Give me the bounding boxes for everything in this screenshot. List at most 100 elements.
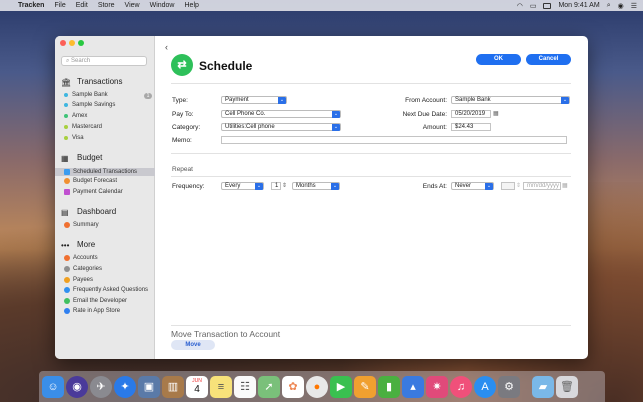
ends-at-select[interactable]: Never ⌄ — [451, 182, 494, 190]
pages-icon[interactable]: ✎ — [354, 375, 376, 398]
repeat-section-title: Repeat — [172, 166, 193, 173]
calendar-icon — [64, 189, 70, 195]
notification-center-icon[interactable]: ☰ — [631, 2, 637, 10]
type-select[interactable]: Payment ⌄ — [221, 96, 287, 104]
wifi-icon[interactable]: ◠ — [517, 2, 523, 10]
sidebar-item-label: Summary — [73, 222, 99, 228]
sidebar-item-rate-app[interactable]: Rate in App Store — [64, 308, 120, 314]
sidebar-item-sample-savings[interactable]: Sample Savings — [64, 102, 115, 108]
sidebar-item-payees[interactable]: Payees — [64, 277, 93, 283]
sidebar-item-mastercard[interactable]: Mastercard — [64, 124, 102, 130]
keynote-icon[interactable]: ▴ — [402, 375, 424, 398]
search-input[interactable]: ⌕ Search — [61, 56, 147, 66]
calendar-picker-icon[interactable]: ▦ — [562, 182, 568, 189]
chevron-down-icon: ⌄ — [331, 183, 339, 190]
notes-icon[interactable]: ≡ — [210, 375, 232, 398]
zoom-window-icon[interactable] — [78, 40, 84, 46]
section-budget-label: Budget — [77, 153, 103, 162]
siri-menu-icon[interactable]: ◉ — [618, 2, 624, 10]
siri-icon[interactable]: ◉ — [66, 375, 88, 398]
facetime-icon[interactable]: ▶ — [330, 375, 352, 398]
sidebar-item-categories[interactable]: Categories — [64, 266, 102, 272]
calendar-picker-icon[interactable]: ▦ — [493, 110, 499, 117]
sidebar-item-sample-bank[interactable]: Sample Bank — [64, 92, 108, 98]
sidebar-item-faq[interactable]: Frequently Asked Questions — [64, 287, 148, 293]
close-window-icon[interactable] — [60, 40, 66, 46]
type-label: Type: — [172, 97, 188, 104]
frequency-count-field[interactable]: 1 — [271, 182, 281, 190]
clock[interactable]: Mon 9:41 AM — [558, 2, 599, 9]
payto-value: Cell Phone Co. — [225, 111, 266, 117]
photo-preview-icon[interactable]: ▣ — [138, 375, 160, 398]
categories-icon — [64, 266, 70, 272]
minimize-window-icon[interactable] — [69, 40, 75, 46]
sidebar-item-label: Scheduled Transactions — [73, 169, 138, 175]
calendar-icon[interactable]: JUN 4 — [186, 375, 208, 398]
folder-icon[interactable]: ▰ — [532, 375, 554, 398]
sidebar-item-visa[interactable]: Visa — [64, 135, 84, 141]
system-preferences-icon[interactable]: ⚙ — [498, 375, 520, 398]
stepper-icon[interactable]: ⇕ — [516, 182, 521, 189]
sidebar-item-scheduled-transactions[interactable]: Scheduled Transactions — [55, 168, 155, 176]
app-store-icon[interactable]: A — [474, 375, 496, 398]
airplay-icon[interactable]: ▭ — [530, 2, 537, 10]
finder-icon[interactable]: ☺ — [42, 375, 64, 398]
move-button[interactable]: Move — [171, 340, 215, 350]
sidebar-item-accounts[interactable]: Accounts — [64, 255, 98, 261]
reminders-icon[interactable]: ☷ — [234, 375, 256, 398]
section-transactions[interactable]: 🏛 Transactions — [61, 77, 123, 87]
ok-button[interactable]: OK — [476, 54, 521, 65]
sidebar-item-amex[interactable]: Amex — [64, 113, 87, 119]
budget-icon: ▦ — [61, 153, 69, 163]
sidebar-item-payment-calendar[interactable]: Payment Calendar — [64, 189, 123, 195]
photos-icon[interactable]: ✿ — [282, 375, 304, 398]
numbers-icon[interactable]: ▮ — [378, 375, 400, 398]
menu-help[interactable]: Help — [185, 2, 199, 9]
menu-file[interactable]: File — [54, 2, 65, 9]
battery-icon[interactable] — [543, 2, 552, 9]
memo-field[interactable] — [221, 136, 567, 144]
trash-icon[interactable]: 🗑 — [556, 375, 578, 398]
stepper-icon[interactable]: ⇕ — [282, 182, 287, 189]
schedule-panel: ‹ ⇄ Schedule OK Cancel Type: Payment ⌄ P… — [155, 36, 588, 359]
section-dashboard-label: Dashboard — [77, 207, 117, 216]
menu-edit[interactable]: Edit — [76, 2, 88, 9]
section-more-label: More — [77, 240, 96, 249]
menu-app-name[interactable]: Tracken — [18, 2, 44, 9]
section-dashboard[interactable]: ▤ Dashboard — [61, 207, 117, 217]
end-date-field[interactable]: mm/dd/yyyy — [523, 182, 561, 190]
account-dot-icon — [64, 136, 68, 140]
cancel-button[interactable]: Cancel — [526, 54, 571, 65]
next-due-date-field[interactable]: 05/20/2019 — [451, 110, 491, 118]
payto-select[interactable]: Cell Phone Co. ⌄ — [221, 110, 341, 118]
end-count-field[interactable] — [501, 182, 515, 190]
frequency-select[interactable]: Every ⌄ — [221, 182, 264, 190]
sidebar-item-budget-forecast[interactable]: Budget Forecast — [64, 178, 117, 184]
frequency-unit-value: Months — [296, 183, 316, 189]
frequency-unit-select[interactable]: Months ⌄ — [292, 182, 340, 190]
launchpad-icon[interactable]: ✈ — [90, 375, 112, 398]
safari-icon[interactable]: ✦ — [114, 375, 136, 398]
menu-window[interactable]: Window — [150, 2, 175, 9]
notes-book-icon[interactable]: ▥ — [162, 375, 184, 398]
tracken-icon[interactable]: ✷ — [426, 375, 448, 398]
sidebar-item-label: Accounts — [73, 255, 98, 261]
frequency-label: Frequency: — [172, 183, 205, 190]
section-budget[interactable]: ▦ Budget — [61, 153, 103, 163]
from-account-select[interactable]: Sample Bank ⌄ — [451, 96, 570, 104]
menu-store[interactable]: Store — [98, 2, 115, 9]
back-chevron-icon[interactable]: ‹ — [165, 42, 168, 52]
chevron-down-icon: ⌄ — [278, 97, 286, 104]
email-icon — [64, 298, 70, 304]
amount-field[interactable]: $24.43 — [451, 123, 491, 131]
menu-view[interactable]: View — [125, 2, 140, 9]
calendar-icon — [64, 169, 70, 175]
itunes-icon[interactable]: ♫ — [450, 375, 472, 398]
messages-icon[interactable]: ● — [306, 375, 328, 398]
sidebar-item-email-developer[interactable]: Email the Developer — [64, 298, 127, 304]
sidebar-item-summary[interactable]: Summary — [64, 222, 99, 228]
section-more[interactable]: ••• More — [61, 240, 96, 250]
category-select[interactable]: Utilities:Cell phone ⌄ — [221, 123, 341, 131]
maps-icon[interactable]: ➚ — [258, 375, 280, 398]
spotlight-icon[interactable]: ⌕ — [607, 2, 611, 10]
